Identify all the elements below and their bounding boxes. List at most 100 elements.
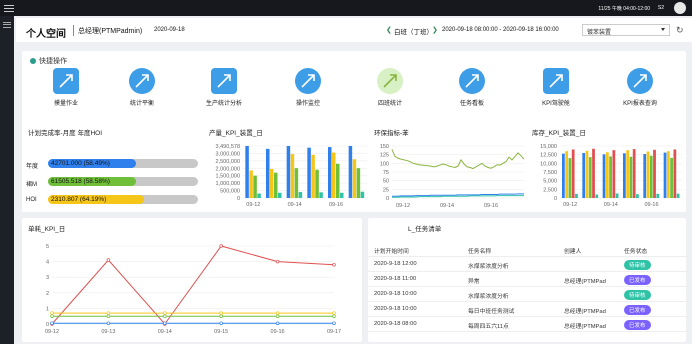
y-tick-label: 0 xyxy=(237,196,240,202)
quick-action-label: 操作监控 xyxy=(295,101,320,107)
quick-action-label: 四班统计 xyxy=(377,101,402,107)
status-cell: 待审核 xyxy=(624,290,651,300)
bar xyxy=(565,151,569,198)
bar xyxy=(278,192,282,198)
bar xyxy=(615,193,619,198)
plan-progress-bar: 2310.807 (64.19%) xyxy=(48,195,198,204)
plan-card-title: 计划完成率-月度 年度HOI xyxy=(28,130,103,137)
bar xyxy=(676,193,680,198)
task-table-header: 计划开始时间 任务名称 创建人 任务状态 xyxy=(368,242,692,257)
refresh-icon[interactable]: ↻ xyxy=(676,25,684,36)
data-point xyxy=(275,321,280,325)
bar xyxy=(646,151,650,198)
y-tick-label: 500,000 xyxy=(220,189,240,195)
quick-action-label: 摸量作业 xyxy=(53,101,78,107)
y-tick-label: 150 xyxy=(380,144,389,150)
task-time: 2020-9-18 10:00 xyxy=(374,291,417,297)
y-tick-label: 0 xyxy=(554,196,557,202)
task-time: 2020-9-18 08:00 xyxy=(374,321,417,327)
quick-action-5[interactable]: 任务看板 xyxy=(440,68,504,107)
x-tick-label: 09-16 xyxy=(271,329,285,335)
x-tick-label: 09-15 xyxy=(214,329,228,335)
status-cell: 已发布 xyxy=(624,275,651,285)
quick-action-3[interactable]: 操作监控 xyxy=(276,68,340,107)
bar xyxy=(636,194,639,198)
prev-shift-icon[interactable]: ❮ xyxy=(386,26,392,34)
y-tick-label: 7,500 xyxy=(543,170,557,176)
bar xyxy=(602,154,606,198)
col-task-name: 任务名称 xyxy=(468,249,492,255)
bar xyxy=(249,170,253,198)
task-name: 每日中班任务测试 xyxy=(468,309,515,315)
bar xyxy=(360,191,365,198)
bar xyxy=(348,146,353,198)
quick-action-7[interactable]: KPI报表查询 xyxy=(608,68,672,107)
data-point xyxy=(50,311,54,315)
status-cell: 待审核 xyxy=(624,260,651,270)
quick-action-label: KPI报表查询 xyxy=(623,101,657,107)
quick-action-4[interactable]: 四班统计 xyxy=(358,68,422,107)
x-tick-label: 09-16 xyxy=(329,202,343,208)
y-tick-label: 1,500,000 xyxy=(216,174,240,180)
bar xyxy=(328,147,332,198)
table-row[interactable]: 2020-9-18 10:00 水煤浆浓度分析 待审核 xyxy=(368,287,692,302)
bar xyxy=(605,152,609,198)
y-tick-label: 3 xyxy=(46,275,49,281)
x-tick-label: 09-14 xyxy=(288,202,302,208)
bar xyxy=(562,153,565,198)
quick-action-1[interactable]: 统计平衡 xyxy=(110,68,174,107)
unit-select[interactable]: 镀苯装置 xyxy=(582,24,670,36)
y-tick-label: 1,000,000 xyxy=(216,181,240,187)
bar xyxy=(332,152,336,198)
bar xyxy=(666,151,670,198)
bar xyxy=(352,159,357,198)
quick-action-0[interactable]: 摸量作业 xyxy=(34,68,98,107)
y-tick-label: 12,500 xyxy=(540,153,557,159)
bar xyxy=(319,192,323,198)
table-row[interactable]: 2020-9-18 10:00 每日中班任务测试 总经理(PTMPad 已发布 xyxy=(368,302,692,317)
table-row[interactable]: 2020-9-18 12:00 水煤浆浓度分析 待审核 xyxy=(368,257,692,272)
y-tick-label: 5 xyxy=(46,244,49,250)
output-kpi-card: 产量_KPI_装置_日 3,490,578 3,000,000 2,500,000 2… xyxy=(203,122,373,212)
report-query-icon xyxy=(627,68,653,94)
bar xyxy=(270,168,274,198)
bar xyxy=(253,175,257,198)
bar xyxy=(257,193,261,198)
data-point xyxy=(275,314,280,318)
table-row[interactable]: 2020-9-18 11:00 异常 总经理(PTMPad 已发布 xyxy=(368,272,692,287)
y-tick-label: 3,000,000 xyxy=(216,151,240,157)
data-point xyxy=(163,311,167,315)
plan-completion-card: 计划完成率-月度 年度HOI 年度 42701.000 (58.49%) 裙M 615… xyxy=(22,122,212,212)
quick-action-2[interactable]: 生产统计分析 xyxy=(192,68,256,107)
y-tick-label: 75 xyxy=(383,170,389,176)
shift-time-range: 2020-09-18 08:00:00 - 2020-09-18 16:00:0… xyxy=(442,27,559,33)
task-name: 水煤浆浓度分析 xyxy=(468,264,509,270)
y-tick-label: 0 xyxy=(386,196,389,202)
divider xyxy=(73,25,74,36)
avatar[interactable] xyxy=(674,2,686,14)
bar xyxy=(585,150,589,198)
s2-label: S2 xyxy=(657,5,664,11)
data-point xyxy=(332,262,336,267)
bar xyxy=(670,157,673,198)
bar xyxy=(315,169,319,198)
data-point xyxy=(163,314,167,318)
data-point xyxy=(50,321,54,325)
menu-icon[interactable] xyxy=(4,3,14,13)
hamburger-icon[interactable] xyxy=(3,20,11,29)
task-time: 2020-9-18 12:00 xyxy=(374,261,417,267)
bar xyxy=(588,157,592,198)
x-tick-label: 09-12 xyxy=(246,202,260,208)
bar xyxy=(245,146,249,198)
quick-action-label: 任务看板 xyxy=(459,101,484,107)
data-point xyxy=(50,314,54,318)
y-tick-label: 0 xyxy=(46,322,49,328)
data-point xyxy=(163,321,167,325)
col-status: 任务状态 xyxy=(624,249,648,255)
next-shift-icon[interactable]: ❯ xyxy=(432,26,438,34)
table-row[interactable]: 2020-9-18 08:00 每周四五六11点 总经理(PTMPad 已发布 xyxy=(368,317,692,332)
quick-action-6[interactable]: KPI驾驶舱 xyxy=(524,68,588,107)
data-point xyxy=(275,259,280,264)
quick-actions-label: 快捷操作 xyxy=(39,58,67,65)
status-cell: 已发布 xyxy=(624,320,651,330)
